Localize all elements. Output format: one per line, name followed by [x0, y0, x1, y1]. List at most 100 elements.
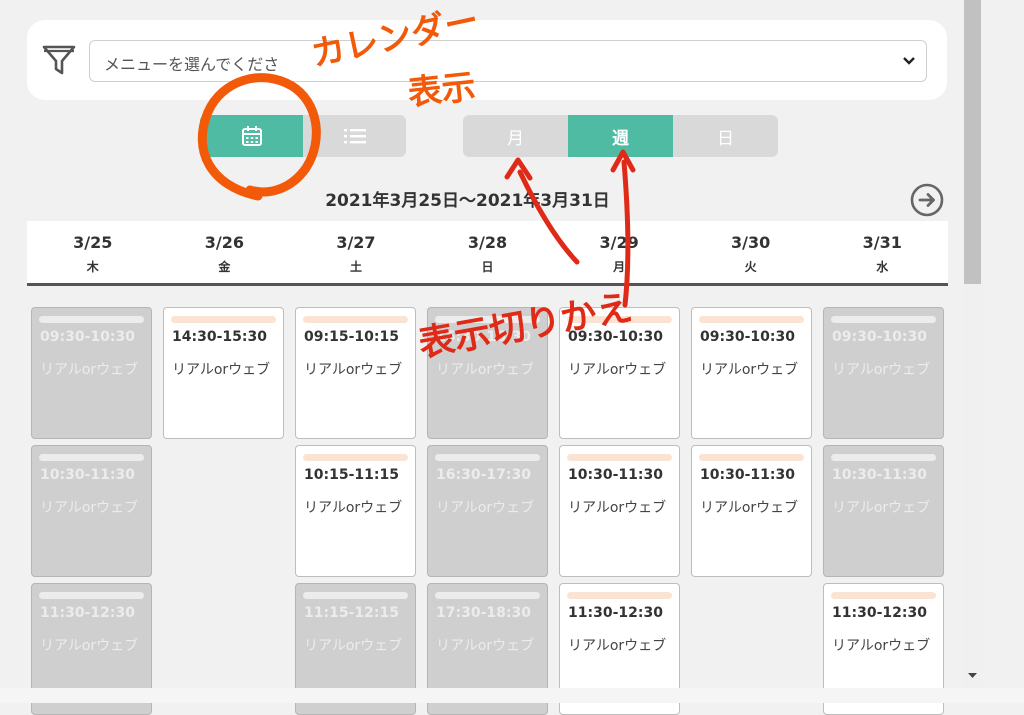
day-header[interactable]: 3/26 金 — [159, 221, 291, 283]
slot-label: リアルorウェブ — [436, 362, 535, 378]
slot-label: リアルorウェブ — [40, 362, 139, 378]
tab-day[interactable]: 日 — [673, 115, 778, 157]
slot-time: 10:30-11:30 — [568, 467, 663, 483]
slot-status-bar — [831, 454, 936, 461]
list-view-button[interactable] — [303, 115, 406, 157]
slot-time: 09:15-10:15 — [304, 329, 399, 345]
filter-icon[interactable] — [41, 42, 77, 78]
slot-label: リアルorウェブ — [40, 638, 139, 654]
time-slot[interactable]: 09:15-10:15 リアルorウェブ — [295, 307, 416, 439]
day-date: 3/27 — [336, 233, 376, 252]
day-weekday: 木 — [86, 260, 99, 274]
slot-time: 11:15-12:15 — [304, 605, 399, 621]
day-header[interactable]: 3/27 土 — [290, 221, 422, 283]
view-toggle — [200, 115, 406, 157]
slot-status-bar — [39, 316, 144, 323]
time-slot[interactable]: 09:30-10:30 リアルorウェブ — [823, 307, 944, 439]
calendar-view-button[interactable] — [200, 115, 303, 157]
scrollbar-thumb[interactable] — [964, 0, 981, 284]
slot-label: リアルorウェブ — [700, 362, 799, 378]
tab-month[interactable]: 月 — [463, 115, 568, 157]
slot-status-bar — [171, 316, 276, 323]
calendar-icon — [241, 126, 262, 146]
slot-label: リアルorウェブ — [436, 638, 535, 654]
slot-label: リアルorウェブ — [568, 362, 667, 378]
slot-time: 10:30-11:30 — [832, 467, 927, 483]
week-header: 3/25 木 3/26 金 3/27 土 3/28 日 3/29 月 3/30 火 3/31… — [27, 221, 948, 286]
vertical-scrollbar[interactable] — [962, 0, 983, 688]
filter-card: メニューを選んでくださ — [27, 20, 947, 100]
slot-time: 10:30-11:30 — [40, 467, 135, 483]
menu-select[interactable]: メニューを選んでくださ — [89, 40, 927, 82]
time-slot[interactable]: 10:30-11:30 リアルorウェブ — [31, 445, 152, 577]
day-date: 3/25 — [73, 233, 113, 252]
day-weekday: 土 — [349, 260, 362, 274]
slot-status-bar — [699, 454, 804, 461]
slot-label: リアルorウェブ — [40, 500, 139, 516]
slot-status-bar — [567, 454, 672, 461]
day-header[interactable]: 3/29 月 — [553, 221, 685, 283]
slot-label: リアルorウェブ — [832, 638, 931, 654]
slot-time: 17:30-18:30 — [436, 605, 531, 621]
day-weekday: 月 — [613, 260, 626, 274]
time-slot[interactable]: 10:30-11:30 リアルorウェブ — [559, 445, 680, 577]
slot-label: リアルorウェブ — [568, 638, 667, 654]
list-icon — [343, 129, 366, 144]
time-slot[interactable]: 09:30-10:30 リアルorウェブ — [31, 307, 152, 439]
slot-label: リアルorウェブ — [172, 362, 271, 378]
arrow-right-circle-icon[interactable] — [909, 182, 945, 218]
day-date: 3/28 — [467, 233, 508, 252]
day-header[interactable]: 3/30 火 — [685, 221, 817, 283]
slot-label: リアルorウェブ — [304, 362, 403, 378]
tab-week[interactable]: 週 — [568, 115, 673, 157]
slot-time: 11:30-12:30 — [40, 605, 135, 621]
slot-status-bar — [435, 454, 540, 461]
slot-time: 16:30-17:30 — [436, 467, 531, 483]
slot-label: リアルorウェブ — [568, 500, 667, 516]
slot-status-bar — [831, 316, 936, 323]
time-slot[interactable]: 10:30-11:30 リアルorウェブ — [691, 445, 812, 577]
day-header[interactable]: 3/31 水 — [816, 221, 948, 283]
annotation-calendar-display-line2: 表示 — [405, 66, 478, 114]
day-header[interactable]: 3/28 日 — [422, 221, 554, 283]
chevron-down-icon — [903, 57, 915, 65]
range-tabs: 月 週 日 — [463, 115, 778, 157]
slot-time: 09:30-10:30 — [832, 329, 927, 345]
slot-status-bar — [303, 454, 408, 461]
slot-time: 09:30-10:30 — [40, 329, 135, 345]
annotation-calendar-display-2: 表示 — [405, 59, 478, 115]
time-slot[interactable]: 10:15-11:15 リアルorウェブ — [295, 445, 416, 577]
slot-status-bar — [699, 316, 804, 323]
day-date: 3/30 — [731, 233, 771, 252]
slot-label: リアルorウェブ — [700, 500, 799, 516]
slot-status-bar — [303, 316, 408, 323]
time-slot[interactable]: 16:30-17:30 リアルorウェブ — [427, 445, 548, 577]
bottom-strip — [0, 688, 1024, 703]
slot-status-bar — [831, 592, 936, 599]
slot-status-bar — [435, 592, 540, 599]
day-date: 3/26 — [204, 233, 244, 252]
slot-time: 09:30-10:30 — [700, 329, 795, 345]
day-weekday: 火 — [744, 260, 757, 274]
day-date: 3/31 — [862, 233, 902, 252]
date-range-title: 2021年3月25日～2021年3月31日 — [325, 191, 610, 211]
day-weekday: 水 — [876, 260, 889, 274]
scroll-down-arrow-icon[interactable] — [967, 671, 978, 680]
slot-time: 10:30-11:30 — [700, 467, 795, 483]
time-slot[interactable]: 10:30-11:30 リアルorウェブ — [823, 445, 944, 577]
slot-time: 10:15-11:15 — [304, 467, 399, 483]
day-weekday: 金 — [218, 260, 231, 274]
slot-label: リアルorウェブ — [832, 362, 931, 378]
slot-label: リアルorウェブ — [304, 638, 403, 654]
slot-label: リアルorウェブ — [436, 500, 535, 516]
time-slot[interactable]: 14:30-15:30 リアルorウェブ — [163, 307, 284, 439]
slot-label: リアルorウェブ — [304, 500, 403, 516]
slot-time: 11:30-12:30 — [568, 605, 663, 621]
slot-time: 14:30-15:30 — [172, 329, 267, 345]
day-header[interactable]: 3/25 木 — [27, 221, 159, 283]
menu-select-placeholder: メニューを選んでくださ — [104, 55, 280, 74]
time-slot[interactable]: 09:30-10:30 リアルorウェブ — [691, 307, 812, 439]
slot-status-bar — [39, 454, 144, 461]
slot-time: 11:30-12:30 — [832, 605, 927, 621]
slot-label: リアルorウェブ — [832, 500, 931, 516]
